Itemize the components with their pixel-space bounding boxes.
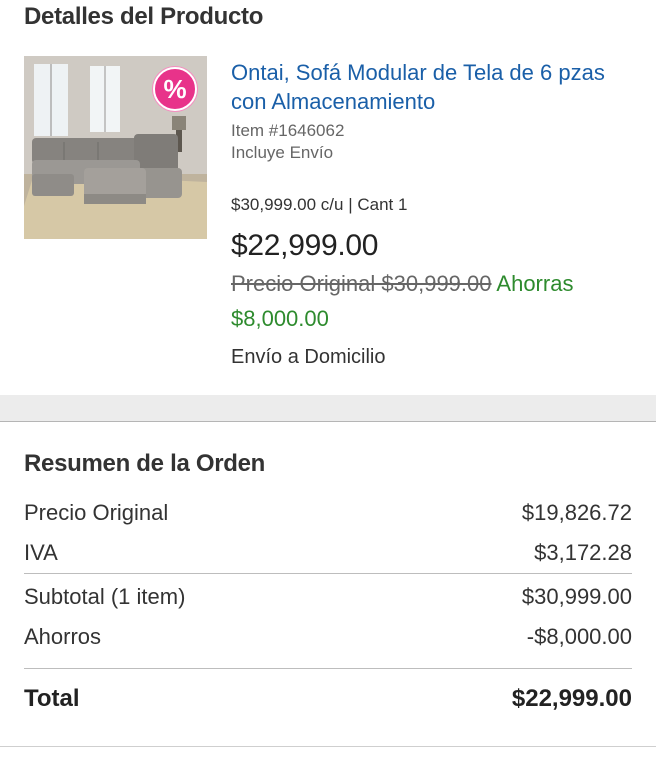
summary-label: IVA bbox=[24, 540, 58, 565]
order-summary-title: Resumen de la Orden bbox=[24, 450, 266, 477]
original-price-struck: Precio Original $30,999.00 bbox=[231, 271, 492, 296]
summary-row-subtotal: Subtotal (1 item) $30,999.00 bbox=[24, 577, 632, 617]
summary-divider bbox=[24, 668, 632, 669]
total-label: Total bbox=[24, 685, 80, 712]
percent-badge-icon: % bbox=[153, 67, 197, 111]
item-number: Item #1646062 bbox=[231, 121, 345, 140]
unit-price-quantity: $30,999.00 c/u | Cant 1 bbox=[231, 195, 408, 214]
product-image[interactable]: % bbox=[24, 56, 207, 239]
summary-divider bbox=[24, 573, 632, 574]
bottom-divider bbox=[0, 746, 656, 747]
summary-value: $19,826.72 bbox=[521, 500, 632, 525]
section-divider bbox=[0, 395, 656, 422]
summary-row-original-price: Precio Original $19,826.72 bbox=[24, 493, 632, 533]
summary-label: Subtotal (1 item) bbox=[24, 584, 186, 609]
summary-value: $30,999.00 bbox=[521, 584, 632, 609]
summary-label: Ahorros bbox=[24, 624, 102, 649]
delivery-method: Envío a Domicilio bbox=[231, 346, 386, 368]
shipping-included-note: Incluye Envío bbox=[231, 143, 334, 162]
current-price: $22,999.00 bbox=[231, 229, 379, 262]
summary-row-iva: IVA $3,172.28 bbox=[24, 533, 632, 573]
summary-row-total: Total $22,999.00 bbox=[24, 679, 632, 719]
summary-value: $3,172.28 bbox=[534, 540, 632, 565]
product-name-link[interactable]: Ontai, Sofá Modular de Tela de 6 pzas co… bbox=[231, 58, 636, 116]
price-savings: Precio Original $30,999.00 Ahorras $8,00… bbox=[231, 266, 636, 336]
product-details-title: Detalles del Producto bbox=[24, 3, 264, 30]
summary-value: -$8,000.00 bbox=[526, 624, 632, 649]
summary-label: Precio Original bbox=[24, 500, 169, 525]
summary-row-savings: Ahorros -$8,000.00 bbox=[24, 617, 632, 657]
total-value: $22,999.00 bbox=[511, 685, 632, 712]
